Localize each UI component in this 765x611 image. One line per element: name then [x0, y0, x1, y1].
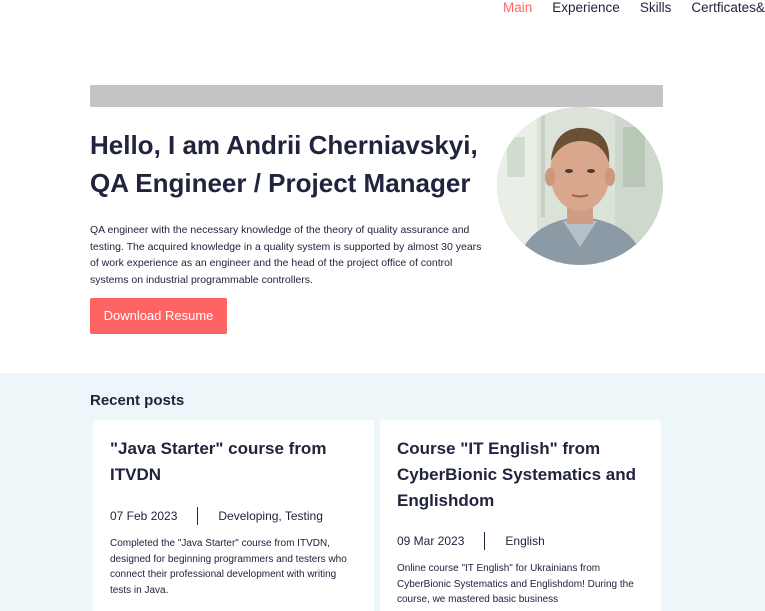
recent-posts-section: Recent posts "Java Starter" course from … — [0, 373, 765, 611]
post-title[interactable]: "Java Starter" course from ITVDN — [110, 436, 360, 488]
post-meta: 07 Feb 2023 Developing, Testing — [110, 507, 323, 525]
nav-link-skills[interactable]: Skills — [640, 0, 672, 16]
top-nav: Main Experience Skills Certficates&A — [503, 0, 765, 16]
hero-title-line-2: QA Engineer / Project Manager — [90, 168, 471, 198]
post-excerpt: Completed the "Java Starter" course from… — [110, 538, 347, 596]
avatar — [497, 107, 663, 265]
post-excerpt: Online course "IT English" for Ukrainian… — [397, 563, 634, 605]
page: Main Experience Skills Certficates&A Hel… — [0, 0, 765, 611]
post-meta: 09 Mar 2023 English — [397, 532, 545, 550]
hero-title-line-1: Hello, I am Andrii Cherniavskyi, — [90, 130, 478, 160]
hero-title: Hello, I am Andrii Cherniavskyi, QA Engi… — [90, 126, 490, 202]
post-title[interactable]: Course "IT English" from CyberBionic Sys… — [397, 436, 647, 514]
post-card[interactable]: Course "IT English" from CyberBionic Sys… — [380, 420, 661, 611]
post-date: 09 Mar 2023 — [397, 534, 465, 548]
hero-description: QA engineer with the necessary knowledge… — [90, 224, 482, 286]
post-card[interactable]: "Java Starter" course from ITVDN 07 Feb … — [93, 420, 374, 611]
nav-link-main[interactable]: Main — [503, 0, 532, 16]
profile-photo — [497, 107, 663, 265]
recent-posts-title: Recent posts — [90, 392, 185, 409]
post-categories: English — [505, 534, 545, 548]
post-categories: Developing, Testing — [218, 509, 323, 523]
download-resume-button[interactable]: Download Resume — [90, 298, 227, 334]
nav-link-experience[interactable]: Experience — [552, 0, 620, 16]
post-date: 07 Feb 2023 — [110, 509, 178, 523]
meta-divider — [484, 532, 486, 550]
meta-divider — [197, 507, 199, 525]
nav-link-certificates[interactable]: Certficates&A — [691, 0, 765, 16]
hero-banner-bar — [90, 85, 663, 107]
